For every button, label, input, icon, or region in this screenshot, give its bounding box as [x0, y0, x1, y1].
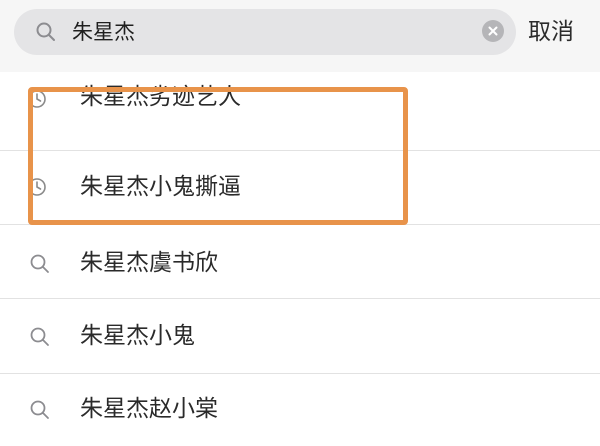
cancel-button[interactable]: 取消	[528, 8, 574, 56]
close-icon	[488, 26, 498, 36]
divider	[0, 224, 600, 225]
clear-search-button[interactable]	[482, 20, 504, 42]
history-item[interactable]: 朱星杰劣迹艺人	[0, 74, 600, 148]
suggestion-item[interactable]: 朱星杰小鬼	[0, 299, 600, 373]
search-icon	[28, 398, 52, 426]
search-query-text: 朱星杰	[72, 20, 135, 44]
history-item-label: 朱星杰小鬼撕逼	[80, 174, 241, 200]
suggestion-item-label: 朱星杰赵小棠	[80, 396, 218, 422]
search-input[interactable]: 朱星杰	[14, 9, 516, 55]
search-icon	[28, 325, 52, 353]
search-icon	[28, 252, 52, 280]
history-item-label: 朱星杰劣迹艺人	[80, 84, 241, 110]
history-item[interactable]: 朱星杰小鬼撕逼	[0, 150, 600, 224]
suggestion-item-label: 朱星杰小鬼	[80, 323, 195, 349]
search-icon	[34, 20, 58, 48]
suggestion-item-label: 朱星杰虞书欣	[80, 250, 218, 276]
clock-icon	[26, 176, 48, 202]
clock-icon	[26, 88, 48, 114]
suggestion-item[interactable]: 朱星杰赵小棠	[0, 372, 600, 446]
suggestion-item[interactable]: 朱星杰虞书欣	[0, 226, 600, 300]
